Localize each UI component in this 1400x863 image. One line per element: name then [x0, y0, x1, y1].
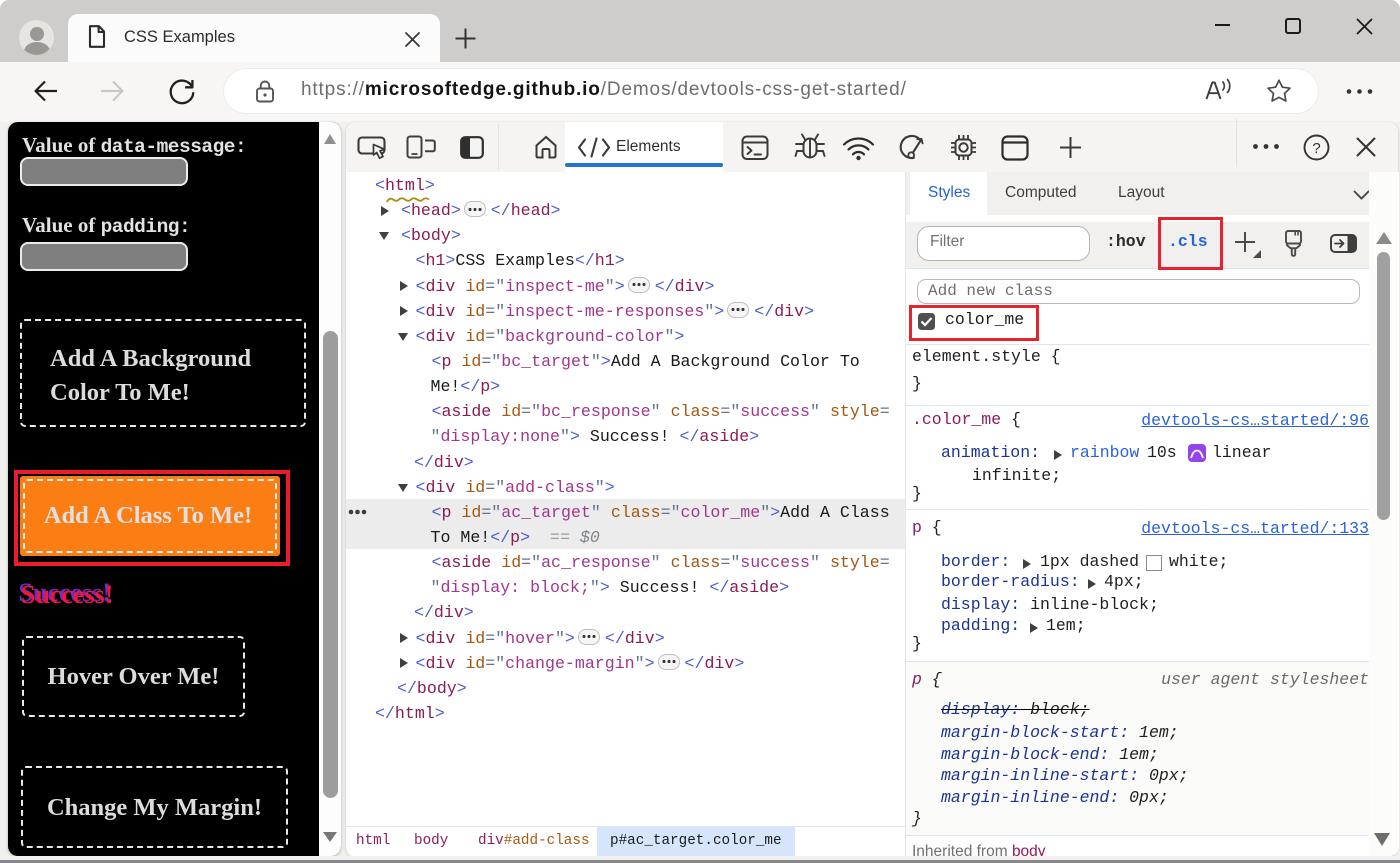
svg-text:?: ? [1312, 140, 1320, 157]
